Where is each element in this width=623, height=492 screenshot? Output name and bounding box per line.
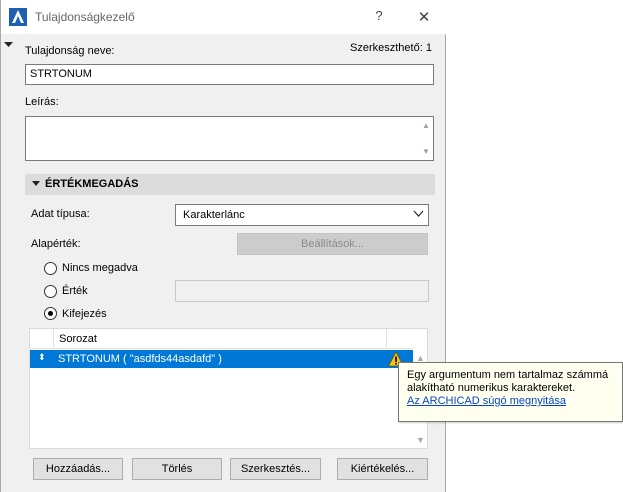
scroll-down-icon[interactable]: ▼ xyxy=(421,147,431,157)
list-scroll-down-icon[interactable]: ▼ xyxy=(416,435,425,445)
radio-value[interactable] xyxy=(44,285,57,298)
warning-tooltip: Egy argumentum nem tartalmaz számmá alak… xyxy=(398,362,623,422)
list-header: Sorozat xyxy=(30,329,413,349)
section-expanded-icon xyxy=(32,181,40,186)
window-title: Tulajdonságkezelő xyxy=(35,10,135,24)
radio-none[interactable] xyxy=(44,262,57,275)
chevron-down-icon xyxy=(413,210,424,217)
description-label: Leírás: xyxy=(25,96,59,108)
expression-list[interactable]: Sorozat ⬍ STRTONUM ( "asdfds44asdafd" ) … xyxy=(29,328,428,449)
property-name-label: Tulajdonság neve: xyxy=(25,45,115,57)
tooltip-line-1: Egy argumentum nem tartalmaz számmá xyxy=(407,369,609,381)
description-textarea[interactable]: ▲ ▼ xyxy=(25,116,434,161)
value-input xyxy=(175,280,429,302)
property-name-input[interactable]: STRTONUM xyxy=(25,64,434,85)
delete-button[interactable]: Törlés xyxy=(132,458,222,480)
section-title: ÉRTÉKMEGADÁS xyxy=(45,178,139,190)
settings-button: Beállítások... xyxy=(237,233,428,255)
radio-value-label[interactable]: Érték xyxy=(62,285,88,297)
radio-expression-label[interactable]: Kifejezés xyxy=(62,308,107,320)
help-link[interactable]: Az ARCHICAD súgó megnyitása xyxy=(407,395,614,408)
data-type-select[interactable]: Karakterlánc xyxy=(175,204,429,226)
radio-none-label[interactable]: Nincs megadva xyxy=(62,262,138,274)
title-bar: Tulajdonságkezelő ? ✕ xyxy=(1,0,447,34)
scroll-up-icon[interactable]: ▲ xyxy=(421,121,431,131)
default-value-label: Alapérték: xyxy=(31,238,81,250)
add-button[interactable]: Hozzáadás... xyxy=(33,458,123,480)
help-button[interactable]: ? xyxy=(367,8,391,26)
drag-handle-icon[interactable]: ⬍ xyxy=(38,352,46,363)
data-type-label: Adat típusa: xyxy=(31,208,90,220)
close-button[interactable]: ✕ xyxy=(412,8,436,26)
value-definition-section-header[interactable]: ÉRTÉKMEGADÁS xyxy=(25,174,435,195)
edit-button[interactable]: Szerkesztés... xyxy=(230,458,321,480)
list-row[interactable]: ⬍ STRTONUM ( "asdfds44asdafd" ) xyxy=(30,350,413,368)
tooltip-line-2: alakítható numerikus karaktereket. xyxy=(407,382,576,394)
radio-expression[interactable] xyxy=(44,307,57,320)
archicad-app-icon xyxy=(9,8,27,26)
property-manager-dialog: Tulajdonságkezelő ? ✕ Tulajdonság neve: … xyxy=(0,0,447,492)
evaluate-button[interactable]: Kiértékelés... xyxy=(337,458,428,480)
collapse-arrow-icon[interactable] xyxy=(4,40,13,49)
list-header-divider xyxy=(386,329,387,349)
editable-count-label: Szerkeszthető: 1 xyxy=(350,42,432,54)
list-header-series: Sorozat xyxy=(59,333,97,345)
list-row-text: STRTONUM ( "asdfds44asdafd" ) xyxy=(58,353,222,365)
data-type-value: Karakterlánc xyxy=(183,209,245,221)
list-header-handle-column xyxy=(30,329,54,349)
